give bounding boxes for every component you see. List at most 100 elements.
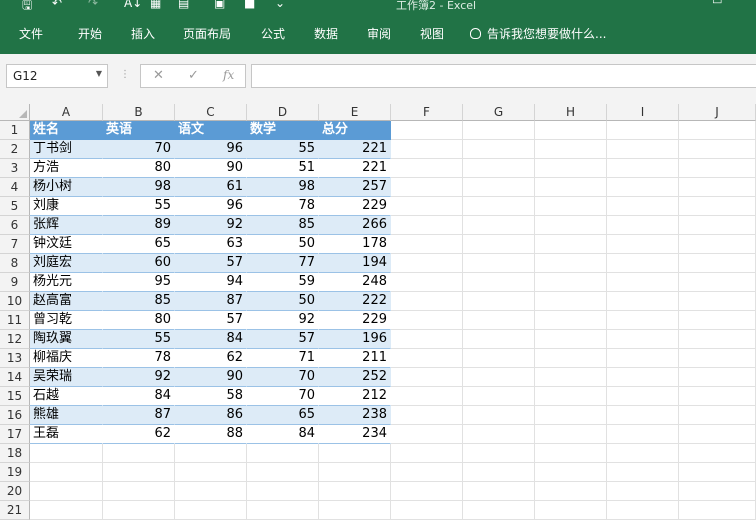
cell[interactable] xyxy=(607,482,679,501)
table-cell[interactable]: 赵高富 xyxy=(30,292,103,311)
cell[interactable] xyxy=(391,349,463,368)
table-cell[interactable]: 229 xyxy=(319,311,391,330)
cell[interactable] xyxy=(535,444,607,463)
table-cell[interactable]: 张辉 xyxy=(30,216,103,235)
table-cell[interactable]: 熊雄 xyxy=(30,406,103,425)
cell[interactable] xyxy=(535,254,607,273)
cell[interactable] xyxy=(607,463,679,482)
cell[interactable] xyxy=(679,159,756,178)
table-cell[interactable]: 221 xyxy=(319,140,391,159)
row-header-20[interactable]: 20 xyxy=(0,482,30,501)
column-header-j[interactable]: J xyxy=(679,104,756,121)
cell[interactable] xyxy=(607,349,679,368)
row-header-7[interactable]: 7 xyxy=(0,235,30,254)
table-cell[interactable]: 57 xyxy=(247,330,319,349)
cell[interactable] xyxy=(463,406,535,425)
cell[interactable] xyxy=(319,501,391,520)
column-header-h[interactable]: H xyxy=(535,104,607,121)
cell[interactable] xyxy=(535,197,607,216)
cell[interactable] xyxy=(535,121,607,140)
cell[interactable] xyxy=(463,254,535,273)
enter-icon[interactable]: ✓ xyxy=(188,68,199,83)
cell[interactable] xyxy=(463,178,535,197)
row-header-13[interactable]: 13 xyxy=(0,349,30,368)
cell[interactable] xyxy=(463,273,535,292)
column-header-i[interactable]: I xyxy=(607,104,679,121)
cell[interactable] xyxy=(535,159,607,178)
cell[interactable] xyxy=(679,254,756,273)
column-header-b[interactable]: B xyxy=(103,104,175,121)
row-header-9[interactable]: 9 xyxy=(0,273,30,292)
table-cell[interactable]: 50 xyxy=(247,235,319,254)
table-cell[interactable]: 杨小树 xyxy=(30,178,103,197)
table-icon[interactable]: ▦ xyxy=(150,0,161,10)
table-cell[interactable]: 63 xyxy=(175,235,247,254)
cell[interactable] xyxy=(30,444,103,463)
cell[interactable] xyxy=(319,444,391,463)
table-cell[interactable]: 王磊 xyxy=(30,425,103,444)
cell[interactable] xyxy=(175,482,247,501)
cell[interactable] xyxy=(247,501,319,520)
cell[interactable] xyxy=(679,273,756,292)
table-cell[interactable]: 杨光元 xyxy=(30,273,103,292)
cell[interactable] xyxy=(391,273,463,292)
cell[interactable] xyxy=(247,463,319,482)
cell[interactable] xyxy=(607,406,679,425)
table-cell[interactable]: 陶玖翼 xyxy=(30,330,103,349)
table-cell[interactable]: 221 xyxy=(319,159,391,178)
table-cell[interactable]: 94 xyxy=(175,273,247,292)
table-cell[interactable]: 70 xyxy=(247,387,319,406)
cell[interactable] xyxy=(535,292,607,311)
row-header-4[interactable]: 4 xyxy=(0,178,30,197)
row-header-15[interactable]: 15 xyxy=(0,387,30,406)
cell[interactable] xyxy=(607,330,679,349)
table-cell[interactable]: 238 xyxy=(319,406,391,425)
table-cell[interactable]: 212 xyxy=(319,387,391,406)
row-header-3[interactable]: 3 xyxy=(0,159,30,178)
cell[interactable] xyxy=(607,178,679,197)
table-cell[interactable]: 方浩 xyxy=(30,159,103,178)
cell[interactable] xyxy=(391,501,463,520)
cell[interactable] xyxy=(679,501,756,520)
cell[interactable] xyxy=(679,425,756,444)
cell[interactable] xyxy=(463,216,535,235)
table-cell[interactable]: 语文 xyxy=(175,121,247,140)
customize-toolbar-icon[interactable]: ⌄ xyxy=(275,0,285,10)
table-cell[interactable]: 英语 xyxy=(103,121,175,140)
cell[interactable] xyxy=(607,235,679,254)
table-cell[interactable]: 57 xyxy=(175,311,247,330)
tell-me-box[interactable]: 告诉我您想要做什么... xyxy=(470,25,606,42)
cell[interactable] xyxy=(679,311,756,330)
cell[interactable] xyxy=(463,444,535,463)
cell[interactable] xyxy=(175,444,247,463)
cell[interactable] xyxy=(679,444,756,463)
table-cell[interactable]: 70 xyxy=(247,368,319,387)
table-cell[interactable]: 194 xyxy=(319,254,391,273)
table-cell[interactable]: 71 xyxy=(247,349,319,368)
table-cell[interactable]: 98 xyxy=(247,178,319,197)
tab-home[interactable]: 开始 xyxy=(78,25,102,42)
table-cell[interactable]: 姓名 xyxy=(30,121,103,140)
cell[interactable] xyxy=(463,159,535,178)
cell[interactable] xyxy=(607,216,679,235)
table-cell[interactable]: 曾习乾 xyxy=(30,311,103,330)
cell[interactable] xyxy=(679,216,756,235)
cell[interactable] xyxy=(391,235,463,254)
table-cell[interactable]: 80 xyxy=(103,159,175,178)
cell[interactable] xyxy=(103,463,175,482)
table-cell[interactable]: 57 xyxy=(175,254,247,273)
cell[interactable] xyxy=(391,368,463,387)
table-cell[interactable]: 92 xyxy=(175,216,247,235)
table-cell[interactable]: 70 xyxy=(103,140,175,159)
cell[interactable] xyxy=(679,330,756,349)
insert-function-icon[interactable]: fx xyxy=(223,68,234,82)
cell[interactable] xyxy=(535,273,607,292)
cell[interactable] xyxy=(679,387,756,406)
table-cell[interactable]: 90 xyxy=(175,159,247,178)
table-cell[interactable]: 90 xyxy=(175,368,247,387)
table-cell[interactable]: 58 xyxy=(175,387,247,406)
cell[interactable] xyxy=(535,178,607,197)
table-cell[interactable]: 50 xyxy=(247,292,319,311)
table-cell[interactable]: 92 xyxy=(103,368,175,387)
grip-icon[interactable]: ⋮ xyxy=(120,69,130,80)
